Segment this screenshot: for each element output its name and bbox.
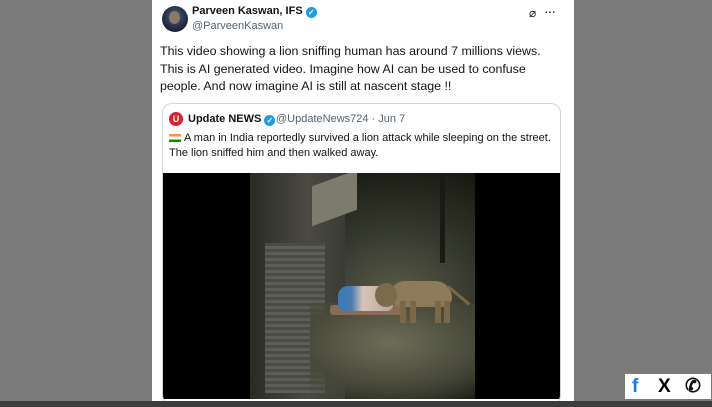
author-name[interactable]: Parveen Kaswan, IFS bbox=[192, 5, 303, 17]
bottom-strip bbox=[0, 401, 712, 407]
lion-head bbox=[375, 283, 397, 307]
lion-leg bbox=[444, 301, 450, 323]
quoted-logo-icon: U bbox=[169, 112, 183, 126]
lit-ground bbox=[310, 303, 475, 399]
share-bar: f X ✆ bbox=[625, 374, 711, 399]
quoted-tweet[interactable]: U Update NEWS ✓ @UpdateNews724 · Jun 7 A … bbox=[162, 103, 561, 401]
author-name-row[interactable]: Parveen Kaswan, IFS ✓ bbox=[192, 5, 317, 18]
author-handle[interactable]: @ParveenKaswan bbox=[192, 20, 283, 32]
india-flag-icon bbox=[169, 134, 181, 142]
tweet-text: This video showing a lion sniffing human… bbox=[160, 44, 541, 93]
quoted-handle-date: @UpdateNews724 · Jun 7 bbox=[276, 113, 406, 125]
x-icon[interactable]: X bbox=[658, 375, 671, 398]
more-icon[interactable]: ··· bbox=[544, 3, 556, 19]
facebook-icon[interactable]: f bbox=[632, 375, 638, 398]
lion-leg bbox=[435, 301, 441, 323]
verified-badge-icon: ✓ bbox=[264, 115, 276, 126]
street-pole bbox=[440, 173, 445, 263]
quoted-video[interactable] bbox=[163, 173, 560, 399]
author-avatar[interactable] bbox=[162, 6, 188, 32]
lion-leg bbox=[410, 301, 416, 323]
lion-leg bbox=[400, 301, 406, 323]
tweet-card: Parveen Kaswan, IFS ✓ @ParveenKaswan ⌀ ··… bbox=[152, 0, 574, 401]
verified-badge-icon: ✓ bbox=[305, 7, 317, 18]
whatsapp-icon[interactable]: ✆ bbox=[685, 375, 701, 398]
grok-icon[interactable]: ⌀ bbox=[529, 6, 536, 20]
quoted-text: A man in India reportedly survived a lio… bbox=[169, 132, 551, 159]
quoted-author-name[interactable]: Update NEWS ✓ bbox=[188, 113, 276, 126]
video-frame bbox=[250, 173, 475, 399]
